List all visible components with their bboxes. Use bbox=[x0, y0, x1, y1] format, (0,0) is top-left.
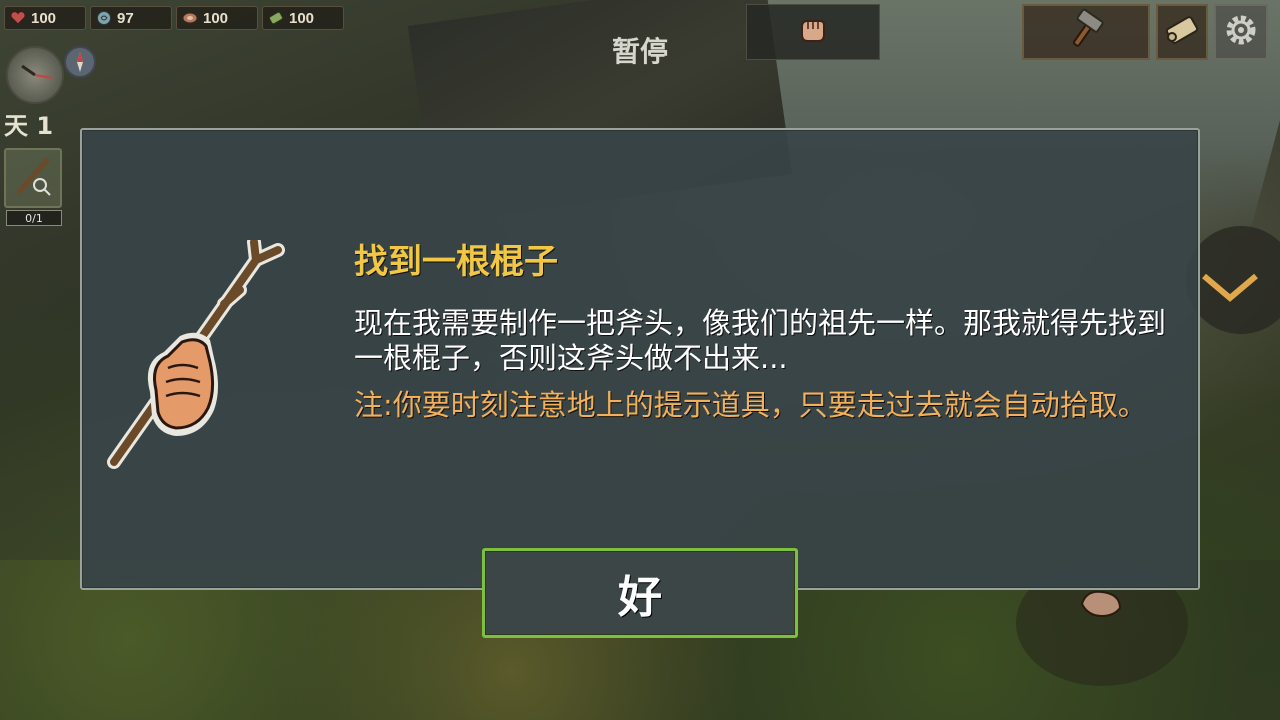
crafting-button[interactable] bbox=[1022, 4, 1150, 60]
action-button[interactable] bbox=[1186, 226, 1280, 334]
ok-button-label: 好 bbox=[618, 572, 662, 623]
pause-label[interactable]: 暂停 bbox=[600, 30, 680, 70]
tutorial-dialog: 找到一根棍子 现在我需要制作一把斧头，像我们的祖先一样。那我就得先找到一根棍子，… bbox=[80, 128, 1200, 590]
day-counter: 天 1 bbox=[4, 112, 54, 140]
health-stat: 100 bbox=[4, 6, 86, 30]
water-stat: 100 bbox=[262, 6, 344, 30]
open-hand-icon bbox=[1016, 590, 1188, 690]
map-button[interactable] bbox=[1156, 4, 1208, 60]
heart-icon bbox=[9, 9, 27, 27]
chevron-down-icon bbox=[1186, 273, 1280, 338]
top-right-toolbar bbox=[1022, 4, 1268, 60]
compass-icon[interactable] bbox=[64, 46, 96, 78]
dialog-title: 找到一根棍子 bbox=[354, 242, 558, 282]
quest-item-slot[interactable] bbox=[4, 148, 62, 208]
hunger-value: 97 bbox=[117, 9, 134, 27]
food-value: 100 bbox=[203, 9, 229, 27]
hand-holding-stick-icon bbox=[106, 235, 316, 470]
interact-hand-button[interactable] bbox=[746, 4, 880, 60]
crafting-hammer-icon bbox=[1064, 8, 1108, 56]
hunger-stat: 97 bbox=[90, 6, 172, 30]
ok-button[interactable]: 好 bbox=[482, 548, 798, 638]
meat-icon bbox=[181, 9, 199, 27]
dialog-body: 现在我需要制作一把斧头，像我们的祖先一样。那我就得先找到一根棍子，否则这斧头做不… bbox=[354, 306, 1167, 375]
quest-progress: 0/1 bbox=[6, 210, 62, 226]
dialog-note: 注:你要时刻注意地上的提示道具，只要走过去就会自动拾取。 bbox=[354, 388, 1147, 422]
food-stat: 100 bbox=[176, 6, 258, 30]
scroll-map-icon bbox=[1162, 10, 1202, 54]
stick-magnifier-icon bbox=[10, 153, 56, 203]
day-clock-icon bbox=[6, 46, 64, 104]
health-value: 100 bbox=[31, 9, 57, 27]
stomach-icon bbox=[95, 9, 113, 27]
settings-button[interactable] bbox=[1214, 4, 1268, 60]
water-icon bbox=[267, 9, 285, 27]
hand-icon bbox=[796, 15, 830, 49]
gear-icon bbox=[1221, 10, 1261, 54]
status-bar: 100 97 100 100 bbox=[4, 6, 344, 30]
water-value: 100 bbox=[289, 9, 315, 27]
